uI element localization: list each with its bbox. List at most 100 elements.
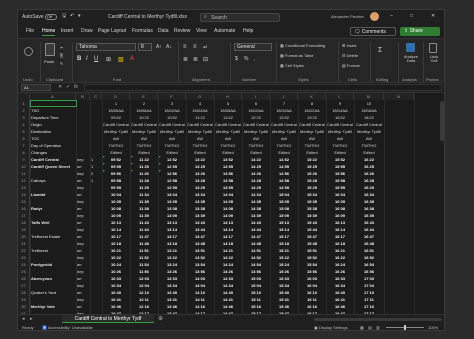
analyze-data-icon[interactable] — [406, 43, 415, 52]
cell-f29[interactable]: 13 41 — [159, 296, 185, 303]
cell-h7[interactable]: TWTHO — [215, 142, 241, 149]
cell-a27[interactable] — [31, 282, 75, 289]
cell-f23[interactable]: 13 22 — [159, 254, 185, 261]
font-color-icon[interactable]: A — [130, 56, 134, 62]
row-header[interactable]: 8 — [18, 149, 30, 156]
cell-c26[interactable] — [91, 275, 101, 282]
grow-font-icon[interactable]: A↑ — [156, 44, 162, 50]
cell-d13[interactable]: 09 59 — [103, 184, 129, 191]
cell-e19[interactable]: 11 44 — [131, 226, 157, 233]
row-header[interactable]: 21 — [18, 240, 30, 247]
cell-d25[interactable]: 10 26 — [103, 268, 129, 275]
cell-b18[interactable]: arr — [77, 219, 89, 226]
cell-k27[interactable]: 16 04 — [299, 282, 325, 289]
cell-m5[interactable]: Merthyr Tydfil — [355, 128, 383, 135]
cell-l11[interactable]: 15 56 — [327, 170, 353, 177]
conditional-formatting-button[interactable]: ▦ Conditional Formatting — [280, 43, 325, 48]
cell-i21[interactable]: 14 48 — [243, 240, 269, 247]
cell-h14[interactable]: 14 04 — [215, 191, 241, 198]
column-header-k[interactable]: K — [298, 93, 326, 100]
cell-l26[interactable]: 16 33 — [327, 275, 353, 282]
cell-k5[interactable]: Merthyr Tydfil — [299, 128, 325, 135]
cell-g11[interactable]: 13 26 — [187, 170, 213, 177]
column-header-h[interactable]: H — [214, 93, 242, 100]
cell-d6[interactable]: AW — [103, 135, 129, 142]
row-header[interactable]: 2 — [18, 107, 30, 114]
cell-e12[interactable]: 11 28 — [131, 177, 157, 184]
save-icon[interactable]: 🖫 — [62, 13, 66, 21]
row-header[interactable]: 22 — [18, 247, 30, 254]
cell-l13[interactable]: 15 59 — [327, 184, 353, 191]
cell-l22[interactable]: 16 21 — [327, 247, 353, 254]
cell-a24[interactable]: Pontypridd — [31, 261, 75, 268]
cell-f21[interactable]: 13 18 — [159, 240, 185, 247]
cell-i29[interactable]: 15 11 — [243, 296, 269, 303]
cell-f22[interactable]: 13 21 — [159, 247, 185, 254]
cell-g5[interactable]: Merthyr Tydfil — [187, 128, 213, 135]
cell-c5[interactable] — [91, 128, 101, 135]
cell-e30[interactable]: 12 16 — [131, 303, 157, 310]
tab-view[interactable]: View — [196, 28, 207, 34]
cell-h27[interactable]: 14 34 — [215, 282, 241, 289]
cell-c25[interactable] — [91, 268, 101, 275]
cell-g21[interactable]: 13 48 — [187, 240, 213, 247]
cell-f6[interactable]: AW — [159, 135, 185, 142]
add-sheet-icon[interactable]: ⊕ — [158, 315, 163, 322]
cell-c2[interactable] — [91, 107, 101, 114]
cell-f11[interactable]: 12 56 — [159, 170, 185, 177]
cell-m2[interactable]: 1M16AA — [355, 107, 383, 114]
cell-d2[interactable]: 1M06AA — [103, 107, 129, 114]
cell-h12[interactable]: 13 58 — [215, 177, 241, 184]
cell-f17[interactable]: 13 09 — [159, 212, 185, 219]
cell-a29[interactable] — [31, 296, 75, 303]
cell-m3[interactable]: 18:22 — [355, 114, 383, 121]
cell-l25[interactable]: 16 26 — [327, 268, 353, 275]
column-header-m[interactable]: M — [354, 93, 384, 100]
cell-a18[interactable]: Taffs Well — [31, 219, 75, 226]
underline-icon[interactable]: U — [94, 56, 98, 62]
cell-e29[interactable]: 12 11 — [131, 296, 157, 303]
cell-e10[interactable]: 11 25 — [131, 163, 157, 170]
cell-d29[interactable]: 10 41 — [103, 296, 129, 303]
cell-f26[interactable]: 13 33 — [159, 275, 185, 282]
cell-f8[interactable]: Edited — [159, 149, 185, 156]
cell-m10[interactable]: 16 25 — [355, 163, 383, 170]
cell-i2[interactable]: 1M10AA — [243, 107, 269, 114]
cell-b24[interactable]: arr — [77, 261, 89, 268]
cell-m12[interactable]: 16 28 — [355, 177, 383, 184]
cell-b21[interactable]: dep — [77, 240, 89, 247]
cell-b11[interactable]: dep — [77, 170, 89, 177]
cell-h19[interactable]: 14 14 — [215, 226, 241, 233]
cell-a3[interactable]: Departure Time — [31, 114, 75, 121]
cell-f2[interactable]: 1M10AA — [159, 107, 185, 114]
format-painter-icon[interactable]: ✎ — [60, 61, 63, 66]
cell-m28[interactable]: 17 10 — [355, 289, 383, 296]
cell-j24[interactable]: 15 24 — [271, 261, 297, 268]
cell-g1[interactable]: 4 — [187, 100, 213, 107]
cell-g16[interactable]: 13 38 — [187, 205, 213, 212]
undo-icon[interactable]: ↶ — [70, 13, 74, 19]
cell-a11[interactable] — [31, 170, 75, 177]
cell-c7[interactable] — [91, 142, 101, 149]
cell-a10[interactable]: Cardiff Queen Street — [31, 163, 75, 170]
next-sheet-icon[interactable]: ▸ — [30, 316, 33, 322]
cell-i28[interactable]: 15 10 — [243, 289, 269, 296]
cell-d11[interactable]: 09 56 — [103, 170, 129, 177]
cell-k19[interactable]: 15 44 — [299, 226, 325, 233]
cell-a25[interactable] — [31, 268, 75, 275]
cell-i15[interactable]: 14 35 — [243, 198, 269, 205]
cell-m25[interactable]: 16 56 — [355, 268, 383, 275]
cell-i5[interactable]: Merthyr Tydfil — [243, 128, 269, 135]
column-header-j[interactable]: J — [270, 93, 298, 100]
cell-g27[interactable]: 14 04 — [187, 282, 213, 289]
cell-j30[interactable]: 15 46 — [271, 303, 297, 310]
cell-j8[interactable]: Edited — [271, 149, 297, 156]
cell-m1[interactable]: 10 — [355, 100, 383, 107]
lock-icon[interactable] — [429, 43, 437, 53]
cell-d26[interactable]: 10 33 — [103, 275, 129, 282]
cell-b15[interactable]: dep — [77, 198, 89, 205]
cell-f30[interactable]: 13 46 — [159, 303, 185, 310]
cell-j16[interactable]: 15 08 — [271, 205, 297, 212]
cell-a9[interactable]: Cardiff Central — [31, 156, 75, 163]
cell-m7[interactable]: TWTHO — [355, 142, 383, 149]
